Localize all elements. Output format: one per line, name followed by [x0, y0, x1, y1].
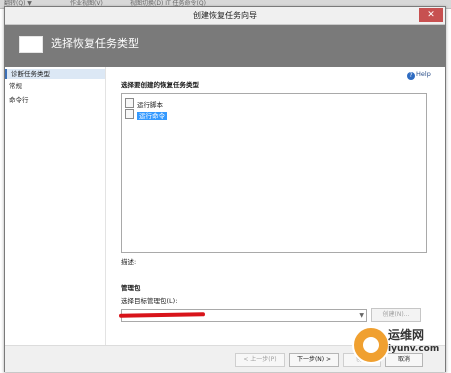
watermark-url: iyunv.com — [388, 344, 440, 354]
list-item-run-script[interactable]: 运行脚本 — [125, 98, 163, 109]
wizard-steps-sidebar: 诊断任务类型 常规 命令行 — [5, 67, 106, 371]
help-icon: ? — [407, 72, 415, 80]
watermark-logo-icon — [352, 326, 390, 364]
close-button[interactable]: ✕ — [419, 8, 443, 22]
task-type-listbox[interactable]: 运行脚本 运行命令 — [121, 93, 427, 253]
target-mp-label: 选择目标管理包(L): — [121, 297, 178, 305]
watermark-title: 运维网 — [388, 328, 425, 342]
step-task-type[interactable]: 诊断任务类型 — [5, 69, 105, 79]
description-label: 描述: — [121, 258, 137, 266]
step-general[interactable]: 常规 — [5, 81, 105, 91]
step-command-line[interactable]: 命令行 — [5, 95, 105, 105]
help-link[interactable]: ? Help — [407, 69, 431, 80]
list-item-run-command[interactable]: 运行命令 — [125, 109, 167, 120]
page-title: 选择恢复任务类型 — [51, 37, 139, 50]
title-bar: 创建恢复任务向导 ✕ — [5, 7, 445, 25]
window-title: 创建恢复任务向导 — [193, 11, 257, 20]
wizard-icon — [19, 36, 43, 53]
next-button[interactable]: 下一步(N) > — [289, 353, 339, 367]
mgmt-pack-heading: 管理包 — [121, 284, 141, 292]
document-icon — [125, 109, 134, 119]
list-item-label: 运行命令 — [137, 112, 167, 120]
task-type-list-label: 选择要创建的恢复任务类型 — [121, 81, 199, 89]
help-label: Help — [416, 70, 431, 78]
previous-button[interactable]: < 上一步(P) — [235, 353, 285, 367]
wizard-window: 创建恢复任务向导 ✕ 选择恢复任务类型 诊断任务类型 常规 命令行 ? Help … — [4, 6, 446, 372]
document-icon — [125, 98, 134, 108]
wizard-header: 选择恢复任务类型 — [5, 25, 445, 67]
site-watermark: 运维网 iyunv.com — [352, 320, 444, 368]
list-item-label: 运行脚本 — [137, 101, 163, 109]
